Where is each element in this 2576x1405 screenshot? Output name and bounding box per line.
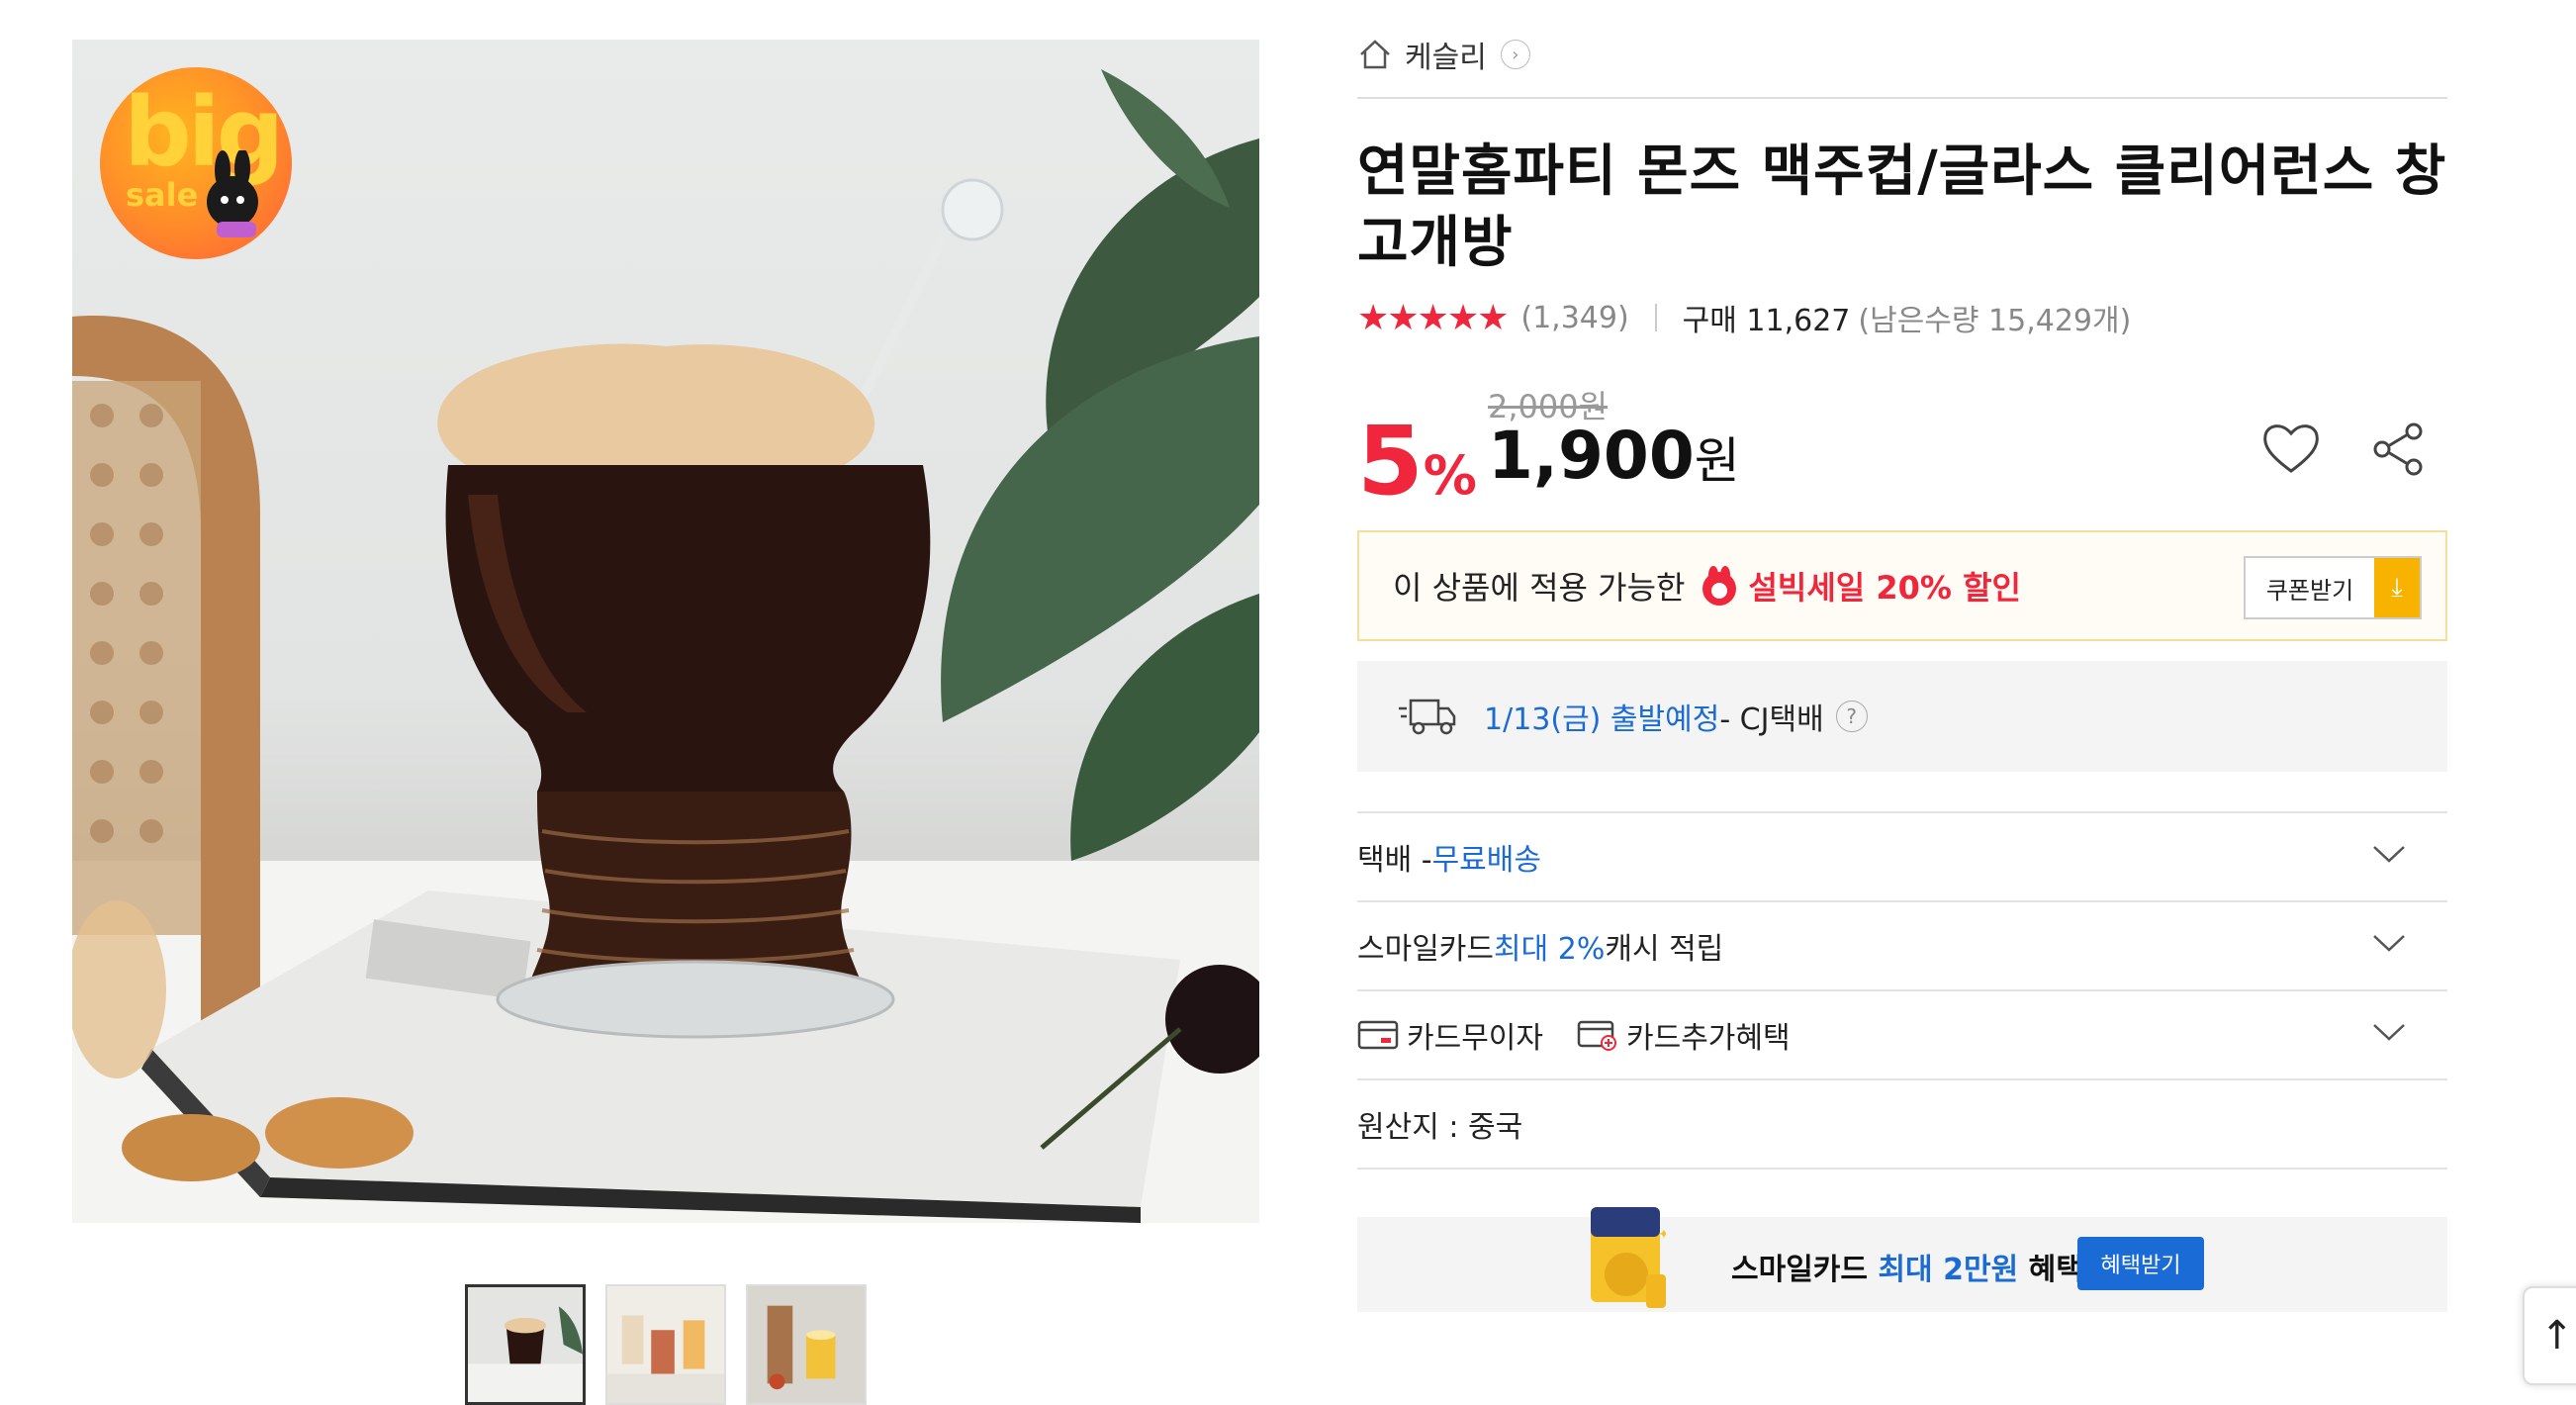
coupon-highlight: 설빅세일 20% 할인 <box>1748 569 2021 607</box>
smile-card-row[interactable]: 스마일카드 최대 2% 캐시 적립 <box>1357 902 2447 991</box>
card-icon <box>1357 1020 1399 1050</box>
sale-price: 1,900원 <box>1488 418 1740 494</box>
card-interest-free: 카드무이자 <box>1407 1021 1543 1056</box>
thumbnail-3[interactable] <box>746 1284 867 1405</box>
share-icon[interactable] <box>2366 418 2430 481</box>
shipping-date: 1/13(금) 출발예정 <box>1484 702 1720 737</box>
breadcrumb: 케슬리 › <box>1357 30 2447 99</box>
scroll-top-button[interactable]: ↑ <box>2523 1286 2576 1385</box>
review-count[interactable]: (1,349) <box>1520 301 1628 335</box>
truck-icon <box>1399 699 1456 735</box>
origin-row: 원산지 : 중국 <box>1357 1080 2447 1170</box>
divider <box>1654 304 1657 331</box>
delivery-row[interactable]: 택배 - 무료배송 <box>1357 813 2447 902</box>
product-title: 연말홈파티 몬즈 맥주컵/글라스 클리어런스 창고개방 <box>1357 140 2447 275</box>
home-icon[interactable] <box>1357 37 1393 72</box>
big-sale-badge: big sale <box>100 67 292 259</box>
purchase-count: 구매 11,627 <box>1682 304 1851 338</box>
product-main-image[interactable]: big sale <box>72 40 1259 1223</box>
shipping-info: 1/13(금) 출발예정 - CJ택배 ? <box>1357 661 2447 772</box>
download-icon: ⤓ <box>2374 558 2420 617</box>
origin-text: 원산지 : 중국 <box>1357 1110 1523 1145</box>
discount-rate: 5% <box>1357 406 1477 516</box>
card-benefit-row[interactable]: 카드무이자 카드추가혜택 <box>1357 991 2447 1080</box>
rating-stars-icon: ★★★★★ <box>1357 297 1509 338</box>
product-info-panel: 케슬리 › 연말홈파티 몬즈 맥주컵/글라스 클리어런스 창고개방 ★★★★★ … <box>1357 30 2447 1312</box>
chevron-down-icon[interactable] <box>2372 932 2406 954</box>
info-rows: 택배 - 무료배송 스마일카드 최대 2% 캐시 적립 카드무이자 카드추가혜택… <box>1357 811 2447 1170</box>
coupon-download-button[interactable]: 쿠폰받기 ⤓ <box>2244 556 2422 619</box>
heart-icon[interactable] <box>2259 418 2323 481</box>
thumbnail-list <box>465 1284 867 1405</box>
get-benefit-button[interactable]: 혜택받기 <box>2077 1237 2204 1290</box>
price-box: 5% 2,000원 1,900원 <box>1357 376 2447 509</box>
breadcrumb-store-link[interactable]: 케슬리 <box>1405 33 1487 76</box>
product-page: big sale 케슬리 › 연말홈파티 몬즈 맥주컵/글라스 클리어런스 창고… <box>0 0 2576 1405</box>
card-extra-benefit: 카드추가혜택 <box>1626 1021 1791 1056</box>
delivery-fee: 무료배송 <box>1431 843 1541 878</box>
thumbnail-2[interactable] <box>605 1284 726 1405</box>
smile-card-banner: ✦ 스마일카드 최대 2만원 혜택! 혜택받기 <box>1357 1207 2447 1312</box>
stock-remaining: (남은수량 15,429개) <box>1858 304 2132 338</box>
card-plus-icon <box>1577 1020 1616 1051</box>
smile-card-image-icon: ✦ <box>1591 1207 1666 1308</box>
shipping-carrier: - CJ택배 <box>1719 702 1824 737</box>
rabbit-mascot-icon <box>207 150 258 237</box>
coupon-box: 이 상품에 적용 가능한 설빅세일 20% 할인 쿠폰받기 ⤓ <box>1357 530 2447 641</box>
coupon-button-label: 쿠폰받기 <box>2265 576 2354 605</box>
svg-text:✦: ✦ <box>1658 1227 1666 1243</box>
chevron-down-icon[interactable] <box>2372 843 2406 865</box>
smile-card-rate: 최대 2% <box>1494 932 1606 967</box>
thumbnail-1[interactable] <box>465 1284 586 1405</box>
coupon-prefix-text: 이 상품에 적용 가능한 <box>1393 569 1686 607</box>
chevron-down-icon[interactable] <box>2372 1021 2406 1043</box>
banner-text: 스마일카드 최대 2만원 혜택! <box>1731 1253 2097 1287</box>
chevron-right-icon[interactable]: › <box>1500 40 1530 69</box>
help-icon[interactable]: ? <box>1835 701 1868 732</box>
rabbit-icon <box>1702 566 1737 606</box>
rating-row: ★★★★★ (1,349) 구매 11,627 (남은수량 15,429개) <box>1357 293 2447 342</box>
